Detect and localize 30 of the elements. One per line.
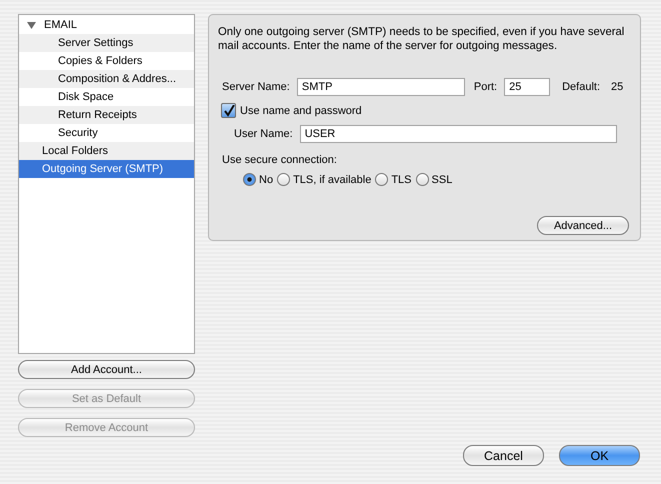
account-button[interactable]: Add Account... xyxy=(18,360,195,379)
tree-item[interactable]: Return Receipts xyxy=(19,106,194,124)
cancel-button[interactable]: Cancel xyxy=(463,445,544,466)
tree-item[interactable]: Local Folders xyxy=(19,142,194,160)
radio-option[interactable]: TLS, if available xyxy=(277,173,372,186)
default-value: 25 xyxy=(611,81,624,93)
port-field[interactable]: 25 xyxy=(504,78,550,96)
secure-connection-label: Use secure connection: xyxy=(221,154,338,166)
tree-item[interactable]: Outgoing Server (SMTP) xyxy=(19,160,194,178)
advanced-button[interactable]: Advanced... xyxy=(537,216,629,235)
user-name-label: User Name: xyxy=(234,128,293,140)
default-label: Default: xyxy=(562,81,600,93)
radio-button[interactable] xyxy=(277,173,290,186)
user-name-field[interactable]: USER xyxy=(300,125,617,143)
ok-button[interactable]: OK xyxy=(559,445,640,466)
server-name-label: Server Name: xyxy=(222,81,290,93)
server-name-field[interactable]: SMTP xyxy=(296,78,465,96)
tree-item[interactable]: Server Settings xyxy=(19,34,194,52)
disclosure-triangle-icon[interactable] xyxy=(27,20,36,30)
radio-option[interactable]: SSL xyxy=(416,173,452,186)
tree-item[interactable]: Composition & Addres... xyxy=(19,70,194,88)
port-label: Port: xyxy=(474,81,498,93)
radio-button[interactable] xyxy=(416,173,429,186)
radio-option[interactable]: TLS xyxy=(375,173,412,186)
radio-button[interactable] xyxy=(375,173,388,186)
radio-button[interactable] xyxy=(243,173,256,186)
checkbox[interactable] xyxy=(221,103,236,118)
description-text: Only one outgoing server (SMTP) needs to be specified, even if you have several mail accounts. Enter the name of the server for outgoing messages. xyxy=(218,25,626,53)
checkbox-label[interactable]: Use name and password xyxy=(240,104,362,116)
radio-option[interactable]: No xyxy=(243,173,274,186)
